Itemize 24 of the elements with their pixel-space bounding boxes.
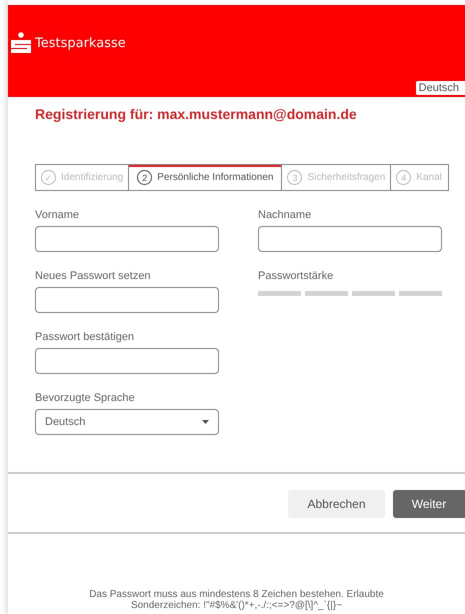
brand-name: Testsparkasse <box>35 36 126 50</box>
field-label: Passwort bestätigen <box>35 331 136 343</box>
input-field[interactable] <box>258 226 442 252</box>
step-number: 3 <box>287 170 302 185</box>
step-number: 4 <box>396 170 412 185</box>
next-button[interactable]: Weiter <box>393 490 465 518</box>
input-field[interactable] <box>35 348 219 374</box>
sparkasse-logo-icon <box>10 32 32 54</box>
step-number: 2 <box>137 170 152 185</box>
password-hint: Das Passwort muss aus mindestens 8 Zeichen bestehen. Erlaubte Sonderzeichen: !"#$%&'()*+,-./:;<=>?@[\]^_`{|}~ <box>88 589 385 611</box>
field-label: Vorname <box>35 209 80 221</box>
field-label: Neues Passwort setzen <box>35 270 152 282</box>
input-field[interactable] <box>35 226 219 252</box>
step-number: ✓ <box>41 170 56 185</box>
input-field[interactable] <box>35 287 219 313</box>
step-tab[interactable]: 2 Persönliche Informationen <box>129 165 282 190</box>
language-select[interactable]: Deutsch <box>416 81 465 95</box>
field-label: Passwortstärke <box>258 270 334 282</box>
language-dropdown[interactable]: Deutsch <box>35 409 219 435</box>
cancel-button[interactable]: Abbrechen <box>288 490 385 518</box>
field-label: Nachname <box>258 209 312 221</box>
caret-icon <box>202 420 209 424</box>
page-title: Registrierung für: max.mustermann@domain.de <box>35 106 358 122</box>
field-label: Bevorzugte Sprache <box>35 392 136 404</box>
